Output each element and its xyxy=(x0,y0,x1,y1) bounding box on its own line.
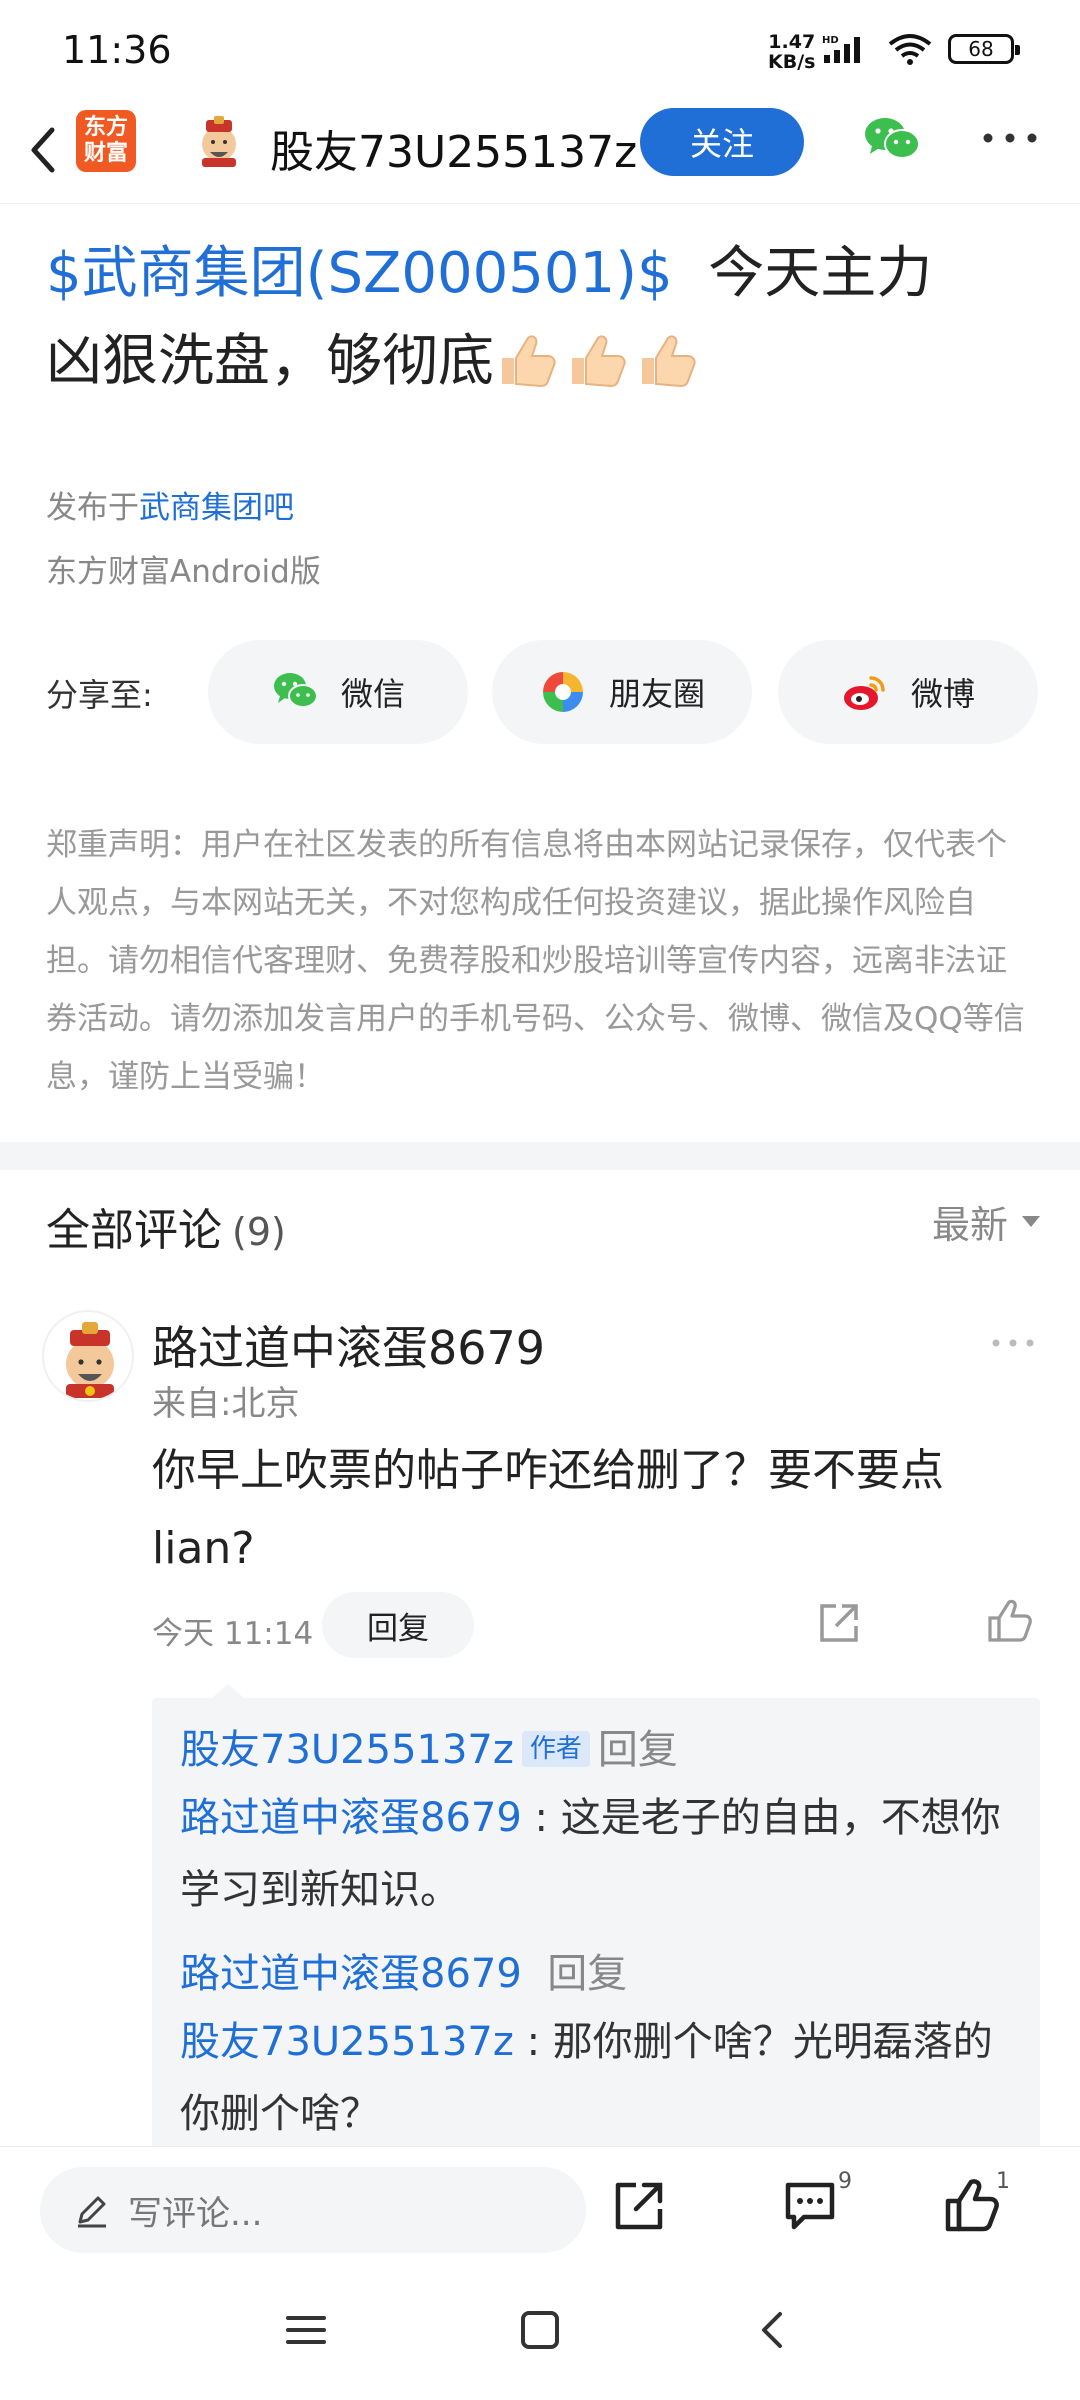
share-moments-button[interactable]: 朋友圈 xyxy=(492,640,752,744)
status-bar: 11:36 1.47 KB/s HD 68 xyxy=(0,0,1080,100)
reply-thread: 股友73U255137z 作者 回复 路过道中滚蛋8679 : 这是老子的自由，不想… xyxy=(152,1684,1040,2150)
comment-username[interactable]: 路过道中滚蛋8679 xyxy=(152,1312,545,1378)
reply-username[interactable]: 路过道中滚蛋8679 xyxy=(180,1951,522,1997)
share-wechat-button[interactable]: 微信 xyxy=(208,640,468,744)
network-speed: 1.47 KB/s xyxy=(768,31,816,73)
comments-count: (9) xyxy=(232,1210,286,1254)
reply-username[interactable]: 股友73U255137z xyxy=(180,2019,514,2065)
comment-time: 今天 11:14 xyxy=(152,1616,314,1652)
sort-select[interactable]: 最新 xyxy=(932,1194,1040,1249)
share-weibo-button[interactable]: 微博 xyxy=(778,640,1038,744)
reply-username[interactable]: 股友73U255137z xyxy=(180,1727,514,1773)
stock-tag-link[interactable]: $武商集团(SZ000501)$ xyxy=(46,241,673,306)
like-icon[interactable] xyxy=(986,1598,1032,1644)
app-logo[interactable]: 东方 财富 xyxy=(76,110,136,172)
status-time: 11:36 xyxy=(62,28,172,72)
back-nav-icon[interactable] xyxy=(752,2308,796,2352)
client-info: 东方财富Android版 xyxy=(46,554,321,590)
reply-line[interactable]: 股友73U255137z : 那你删个啥？光明磊落的你删个啥？ xyxy=(180,2006,1030,2150)
post-title-text-1: 今天主力 xyxy=(708,241,933,306)
post-title-text-2: 凶狠洗盘，够彻底 xyxy=(46,329,494,394)
weibo-icon xyxy=(843,676,885,710)
more-icon[interactable] xyxy=(980,128,1040,148)
thumbs-up-emoji-icon xyxy=(502,335,556,388)
battery-icon: 68 xyxy=(948,34,1020,64)
like-icon[interactable] xyxy=(944,2177,1000,2233)
home-icon[interactable] xyxy=(518,2308,562,2352)
wechat-share-icon[interactable] xyxy=(862,114,922,164)
comments-title: 全部评论 (9) xyxy=(46,1205,286,1256)
header-username[interactable]: 股友73U255137z xyxy=(270,116,637,180)
system-nav-bar xyxy=(0,2264,1080,2400)
comment-text: 你早上吹票的帖子咋还给删了？要不要点lian? xyxy=(152,1445,944,1574)
comment-more-icon[interactable] xyxy=(990,1336,1036,1350)
moments-icon xyxy=(542,672,583,712)
reply-button[interactable]: 回复 xyxy=(322,1592,474,1658)
caret-down-icon xyxy=(1022,1216,1040,1227)
comment-location: 来自:北京 xyxy=(152,1384,300,1424)
author-badge: 作者 xyxy=(521,1731,590,1767)
comment-avatar[interactable] xyxy=(42,1310,134,1402)
follow-button[interactable]: 关注 xyxy=(640,108,804,176)
bottom-action-bar: 写评论... 9 1 xyxy=(0,2146,1080,2264)
posted-in: 发布于武商集团吧 xyxy=(46,490,294,526)
reply-line: 股友73U255137z 作者 回复 xyxy=(180,1727,678,1773)
post-title: $武商集团(SZ000501)$ 今天主力 凶狠洗盘，够彻底 xyxy=(46,230,1046,406)
user-avatar[interactable] xyxy=(192,114,246,168)
wechat-icon xyxy=(273,673,318,708)
comment-count-badge: 9 xyxy=(838,2169,852,2194)
reply-line[interactable]: 路过道中滚蛋8679 : 这是老子的自由，不想你学习到新知识。 xyxy=(180,1782,1030,1926)
signal-icon: HD xyxy=(822,35,860,63)
like-count-badge: 1 xyxy=(996,2169,1010,2194)
forward-icon[interactable] xyxy=(612,2177,668,2233)
back-icon[interactable] xyxy=(18,120,68,180)
header: 东方 财富 股友73U255137z 关注 xyxy=(0,100,1080,204)
disclaimer: 郑重声明：用户在社区发表的所有信息将由本网站记录保存，仅代表个人观点，与本网站无… xyxy=(46,827,1025,1095)
forum-link[interactable]: 武商集团吧 xyxy=(139,490,294,526)
reply-username[interactable]: 路过道中滚蛋8679 xyxy=(180,1795,522,1841)
svg-text:HD: HD xyxy=(822,35,839,46)
thumbs-up-emoji-icon xyxy=(572,335,626,388)
comment-input[interactable]: 写评论... xyxy=(40,2167,586,2253)
thumbs-up-emoji-icon xyxy=(642,335,696,388)
comment-icon[interactable] xyxy=(782,2177,838,2233)
share-label: 分享至: xyxy=(46,676,153,714)
pencil-icon xyxy=(78,2196,106,2228)
menu-icon[interactable] xyxy=(284,2308,328,2352)
share-icon[interactable] xyxy=(816,1600,862,1646)
wifi-icon xyxy=(888,34,932,65)
reply-line: 路过道中滚蛋8679 回复 xyxy=(180,1951,628,1997)
section-divider xyxy=(0,1142,1080,1170)
